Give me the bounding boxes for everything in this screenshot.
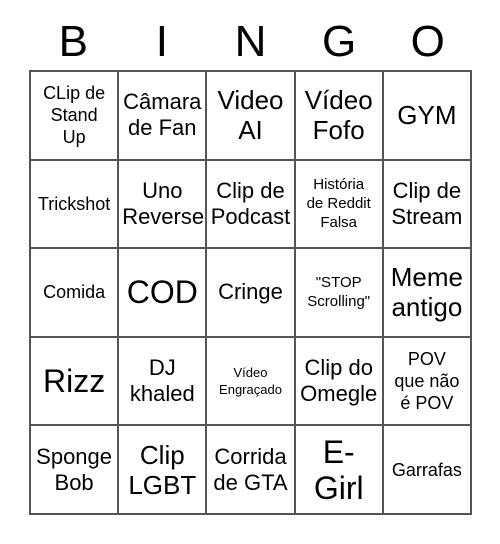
bingo-cell-label: Cringe bbox=[218, 279, 283, 305]
bingo-cell-label: CLip de Stand Up bbox=[43, 83, 106, 148]
bingo-cell-label: Rizz bbox=[42, 363, 106, 400]
bingo-cell[interactable]: Vídeo Engraçado bbox=[207, 337, 296, 427]
bingo-cell-label: Clip de Podcast bbox=[210, 177, 291, 229]
bingo-cell-label: Clip de Stream bbox=[391, 177, 463, 229]
bingo-cell-label: COD bbox=[126, 274, 198, 311]
bingo-cell[interactable]: História de Reddit Falsa bbox=[295, 160, 384, 250]
header-letter-g: G bbox=[321, 17, 357, 66]
bingo-cell-label: Vídeo Fofo bbox=[304, 85, 373, 146]
bingo-cell-label: Vídeo Engraçado bbox=[219, 365, 282, 398]
header-letter-n: N bbox=[234, 17, 267, 66]
bingo-cell-label: Clip LGBT bbox=[128, 439, 197, 500]
bingo-cell[interactable]: Uno Reverse bbox=[119, 160, 208, 250]
bingo-cell-label: Trickshot bbox=[37, 193, 111, 214]
bingo-cell-label: Sponge Bob bbox=[36, 443, 113, 495]
bingo-cell[interactable]: Clip do Omegle bbox=[295, 337, 384, 427]
bingo-cell-label: História de Reddit Falsa bbox=[306, 176, 371, 232]
bingo-cell-label: POV que não é POV bbox=[394, 349, 460, 414]
bingo-cell-label: "STOP Scrolling" bbox=[307, 274, 371, 311]
bingo-cell[interactable]: Trickshot bbox=[31, 160, 120, 250]
bingo-grid: CLip de Stand Up Câmara de Fan Video AI … bbox=[29, 70, 472, 515]
bingo-cell[interactable]: Câmara de Fan bbox=[119, 72, 208, 161]
bingo-cell-label: Garrafas bbox=[391, 459, 462, 480]
bingo-cell[interactable]: DJ khaled bbox=[119, 337, 208, 427]
bingo-cell[interactable]: Clip de Podcast bbox=[207, 160, 296, 250]
bingo-cell[interactable]: Vídeo Fofo bbox=[295, 72, 384, 161]
bingo-card: B I N G O CLip de Stand Up Câmara de Fan… bbox=[0, 0, 500, 544]
bingo-cell-label: Clip do Omegle bbox=[300, 355, 378, 407]
bingo-cell[interactable]: POV que não é POV bbox=[383, 337, 472, 427]
bingo-cell-label: Uno Reverse bbox=[122, 177, 205, 229]
bingo-cell[interactable]: COD bbox=[119, 249, 208, 338]
bingo-cell[interactable]: Sponge Bob bbox=[31, 426, 120, 515]
bingo-cell-label: Corrida de GTA bbox=[213, 443, 288, 495]
bingo-cell[interactable]: Rizz bbox=[31, 337, 120, 427]
bingo-cell[interactable]: Clip LGBT bbox=[119, 426, 208, 515]
header-letter-o: O bbox=[410, 17, 445, 66]
bingo-cell[interactable]: GYM bbox=[383, 72, 472, 161]
bingo-cell[interactable]: Cringe bbox=[207, 249, 296, 338]
bingo-cell[interactable]: "STOP Scrolling" bbox=[295, 249, 384, 338]
bingo-cell-label: DJ khaled bbox=[129, 355, 195, 407]
bingo-cell[interactable]: Corrida de GTA bbox=[207, 426, 296, 515]
bingo-cell-label: Meme antigo bbox=[390, 262, 464, 323]
bingo-cell[interactable]: E- Girl bbox=[295, 426, 384, 515]
bingo-cell-label: Câmara de Fan bbox=[123, 89, 202, 141]
header-letter-i: I bbox=[155, 17, 168, 66]
bingo-cell[interactable]: Video AI bbox=[207, 72, 296, 161]
bingo-header-row: B I N G O bbox=[29, 14, 472, 70]
bingo-cell[interactable]: Meme antigo bbox=[383, 249, 472, 338]
header-letter-b: B bbox=[58, 17, 88, 66]
bingo-cell[interactable]: Comida bbox=[31, 249, 120, 338]
bingo-cell-label: Video AI bbox=[217, 85, 284, 146]
bingo-cell[interactable]: Garrafas bbox=[383, 426, 472, 515]
bingo-cell-label: GYM bbox=[397, 100, 457, 131]
bingo-cell[interactable]: Clip de Stream bbox=[383, 160, 472, 250]
bingo-cell-label: E- Girl bbox=[313, 433, 364, 506]
bingo-cell-label: Comida bbox=[43, 282, 106, 303]
bingo-cell[interactable]: CLip de Stand Up bbox=[31, 72, 120, 161]
